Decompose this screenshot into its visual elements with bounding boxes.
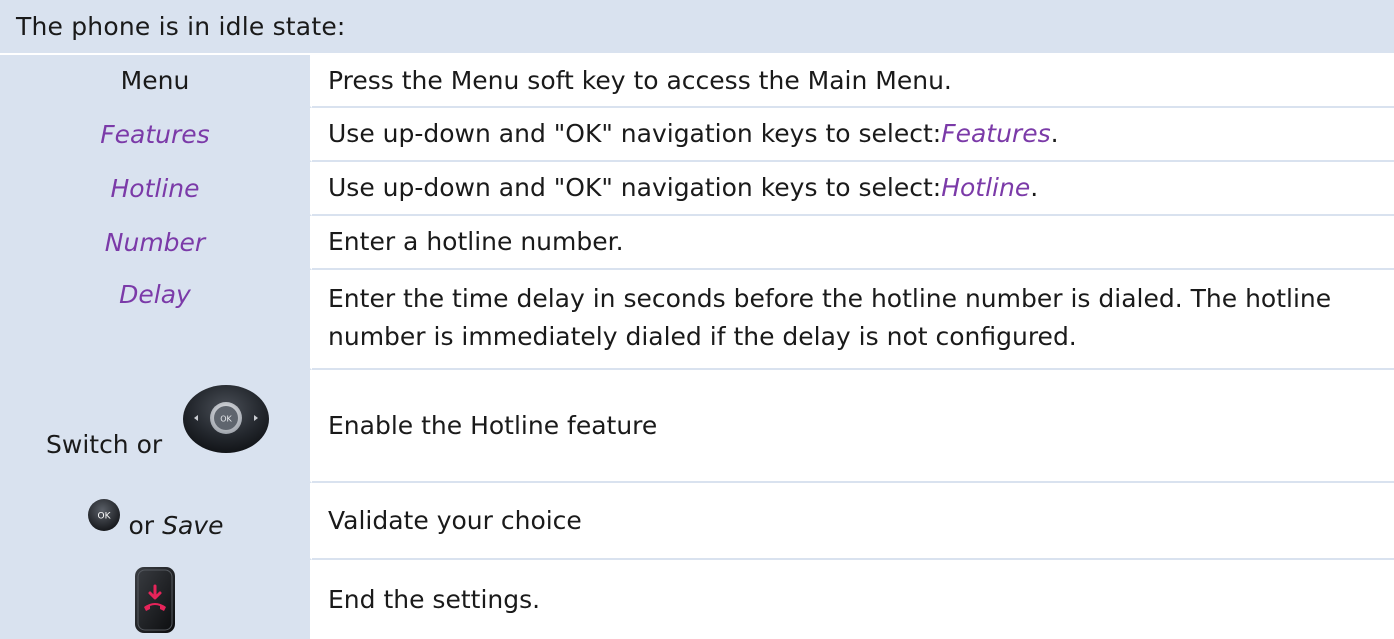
step-label-or: or [128,511,155,540]
step-description-cell: Enable the Hotline feature [312,370,1394,483]
step-description-cell: Use up-down and "OK" navigation keys to … [312,108,1394,162]
svg-text:OK: OK [220,415,232,424]
table-row: Number Enter a hotline number. [0,216,1394,270]
table-row: Hotline Use up-down and "OK" navigation … [0,162,1394,216]
switch-label-group: Switch or OK [0,370,310,481]
table-row: Features Use up-down and "OK" navigation… [0,108,1394,162]
table-row: Switch or OK Enable the Hotline feature [0,370,1394,483]
svg-text:OK: OK [97,511,111,521]
step-label-cell: Features [0,108,312,162]
navigation-ok-key-icon: OK [183,385,269,453]
table-row: End the settings. [0,560,1394,639]
step-label: Delay [119,280,191,309]
step-description-cell: Press the Menu soft key to access the Ma… [312,55,1394,108]
step-label-cell: OK or Save [0,483,312,560]
step-description-suffix: . [1030,173,1039,202]
step-description-cell: Validate your choice [312,483,1394,560]
ok-label-group: OK or Save [87,498,224,540]
step-description: End the settings. [328,584,541,614]
step-description: Validate your choice [328,505,582,535]
step-description-cell: Use up-down and "OK" navigation keys to … [312,162,1394,216]
step-label: Features [100,119,210,149]
table-header: The phone is in idle state: [0,0,1394,55]
step-description-highlight: Hotline [941,173,1031,202]
step-description-cell: Enter the time delay in seconds before t… [312,270,1394,370]
step-label-cell: Menu [0,55,312,108]
step-description-prefix: Use up-down and "OK" navigation keys to … [328,119,942,148]
step-description: Enter a hotline number. [328,227,624,256]
step-label-cell: Hotline [0,162,312,216]
step-label-cell [0,560,312,639]
step-label-cell: Number [0,216,312,270]
table-row: OK or Save Validate your choice [0,483,1394,560]
step-label: Menu [120,66,190,95]
step-description-suffix: . [1050,119,1059,148]
header-title: The phone is in idle state: [16,12,346,41]
step-label: Number [104,227,206,257]
step-label-save: Save [162,511,224,540]
step-label-cell: Switch or OK [0,370,312,483]
table-row: Delay Enter the time delay in seconds be… [0,270,1394,370]
step-description-highlight: Features [941,119,1051,148]
instruction-table: The phone is in idle state: Menu Press t… [0,0,1394,639]
step-label: Hotline [110,173,200,203]
step-description-prefix: Use up-down and "OK" navigation keys to … [328,173,942,202]
ok-key-icon: OK [87,498,120,531]
step-description: Enter the time delay in seconds before t… [328,284,1332,351]
step-description: Press the Menu soft key to access the Ma… [328,65,952,95]
hang-up-key-icon [135,566,175,633]
step-description: Enable the Hotline feature [328,410,658,440]
step-description-cell: Enter a hotline number. [312,216,1394,270]
step-label: Switch or [46,430,163,459]
step-label-cell: Delay [0,270,312,370]
step-description-cell: End the settings. [312,560,1394,639]
table-row: Menu Press the Menu soft key to access t… [0,55,1394,108]
